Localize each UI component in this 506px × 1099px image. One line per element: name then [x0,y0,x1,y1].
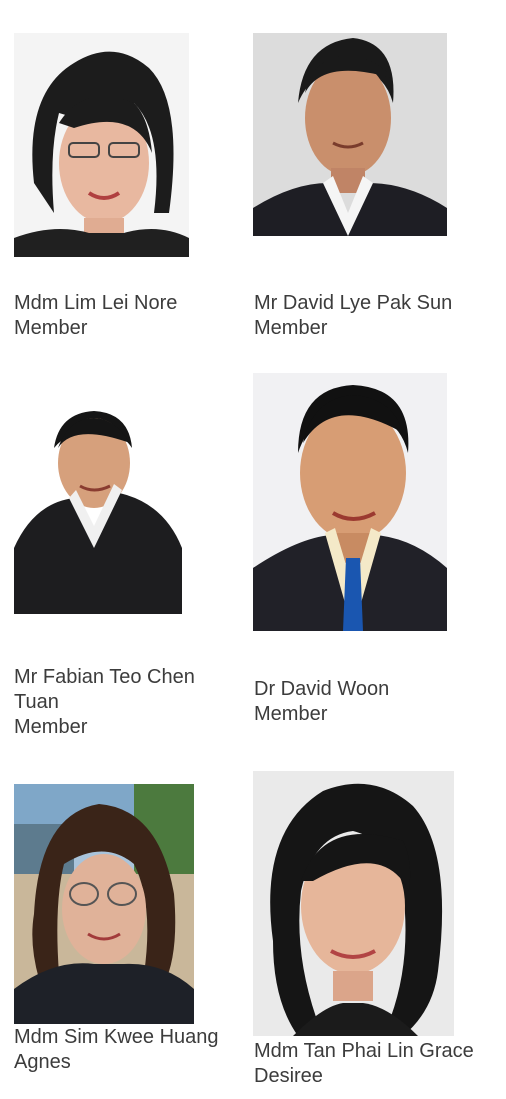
member-photo [14,33,189,257]
member-name: Mdm Lim Lei Nore [14,292,178,314]
member-role: Member [254,703,328,725]
member-role: Member [14,317,88,339]
member-photo [253,33,447,236]
member-name: Mdm Sim Kwee Huang Agnes [14,1026,219,1073]
member-photo [14,784,194,1024]
member-role: Member [14,716,88,738]
member-photo [14,408,184,614]
member-name: Mr David Lye Pak Sun [254,292,453,314]
member-name: Mdm Tan Phai Lin Grace Desiree [254,1040,474,1087]
member-name: Dr David Woon [254,678,390,700]
member-name: Mr Fabian Teo Chen Tuan [14,666,195,713]
member-role: Member [254,317,328,339]
member-photo [253,771,454,1036]
member-photo [253,373,447,631]
